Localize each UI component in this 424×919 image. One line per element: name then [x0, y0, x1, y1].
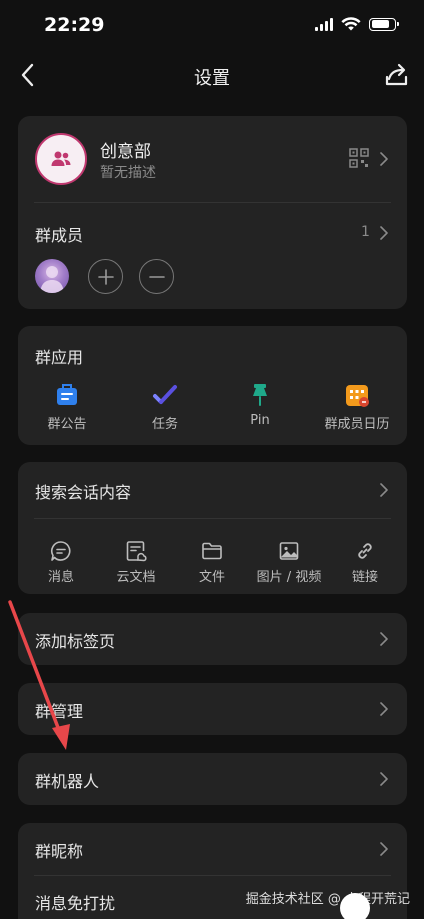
- group-nickname-row[interactable]: 群昵称: [18, 823, 407, 875]
- mute-notifications-label: 消息免打扰: [35, 894, 116, 913]
- filter-cloud-docs[interactable]: 云文档: [97, 540, 175, 585]
- message-icon: [50, 541, 71, 561]
- group-avatar: [35, 133, 87, 185]
- add-tab-label: 添加标签页: [35, 632, 116, 651]
- search-content-title: 搜索会话内容: [35, 483, 132, 502]
- app-pin[interactable]: Pin: [215, 382, 305, 428]
- filter-messages[interactable]: 消息: [22, 540, 100, 585]
- chevron-right-icon: [380, 772, 388, 786]
- group-info-card: 创意部 暂无描述 群成员 1: [18, 116, 407, 309]
- divider: [34, 202, 391, 203]
- member-avatar[interactable]: [35, 259, 69, 293]
- floating-home-button[interactable]: [340, 893, 370, 919]
- watermark: 掘金技术社区 @ 小程开荒记: [245, 892, 410, 907]
- folder-icon: [202, 542, 222, 560]
- status-time: 22:29: [44, 14, 105, 36]
- group-bot-label: 群机器人: [35, 772, 100, 791]
- page-title: 设置: [194, 68, 230, 89]
- add-member-button[interactable]: [88, 259, 123, 294]
- filter-links[interactable]: 链接: [326, 540, 404, 585]
- group-description: 暂无描述: [100, 165, 156, 181]
- app-label: 群公告: [47, 417, 87, 432]
- divider: [34, 518, 391, 519]
- calendar-icon: [346, 385, 369, 407]
- group-apps-card: 群应用 群公告 任务 Pin 群成员日历: [18, 326, 407, 445]
- app-label: Pin: [250, 413, 270, 428]
- minus-icon: [148, 275, 165, 278]
- group-name: 创意部: [100, 142, 151, 162]
- app-label: 任务: [151, 417, 178, 432]
- wifi-icon: [341, 17, 361, 31]
- group-manage-row[interactable]: 群管理: [18, 683, 407, 735]
- app-task[interactable]: 任务: [120, 382, 210, 432]
- chevron-right-icon: [380, 632, 388, 646]
- status-bar: 22:29: [0, 0, 424, 52]
- apps-title: 群应用: [35, 348, 84, 367]
- chevron-right-icon[interactable]: [379, 226, 389, 240]
- signal-icon: [315, 17, 333, 31]
- group-bot-row[interactable]: 群机器人: [18, 753, 407, 805]
- pin-icon: [253, 384, 267, 406]
- filter-label: 图片 / 视频: [256, 570, 322, 585]
- task-check-icon: [153, 385, 177, 404]
- chevron-right-icon: [380, 842, 388, 856]
- announcement-icon: [57, 384, 77, 405]
- plus-icon: [97, 268, 114, 285]
- filter-label: 消息: [47, 570, 74, 585]
- group-people-icon: [51, 151, 71, 166]
- filter-label: 云文档: [116, 570, 156, 585]
- members-label[interactable]: 群成员: [35, 222, 83, 246]
- app-member-calendar[interactable]: 群成员日历: [312, 382, 402, 432]
- remove-member-button[interactable]: [139, 259, 174, 294]
- app-announcement[interactable]: 群公告: [22, 382, 112, 432]
- members-count: 1: [361, 224, 370, 240]
- chevron-right-icon: [380, 483, 388, 497]
- filter-files[interactable]: 文件: [173, 540, 251, 585]
- share-icon[interactable]: [382, 60, 412, 90]
- filter-images-videos[interactable]: 图片 / 视频: [250, 540, 328, 585]
- group-nickname-label: 群昵称: [35, 842, 84, 861]
- person-icon: [40, 266, 64, 293]
- battery-icon: [369, 17, 399, 31]
- app-label: 群成员日历: [324, 417, 390, 432]
- nav-bar: 设置: [0, 52, 424, 98]
- filter-label: 文件: [198, 570, 225, 585]
- qr-code-icon[interactable]: [349, 148, 369, 168]
- cloud-doc-icon: [126, 541, 147, 562]
- search-content-card: 搜索会话内容 消息 云文档 文件 图片 / 视频 链接: [18, 462, 407, 594]
- group-manage-label: 群管理: [35, 702, 84, 721]
- link-icon: [358, 543, 372, 559]
- status-icons: [315, 17, 399, 31]
- chevron-right-icon: [380, 152, 388, 166]
- search-content-row[interactable]: 搜索会话内容: [18, 462, 407, 518]
- group-profile-row[interactable]: 创意部 暂无描述: [18, 116, 407, 202]
- image-icon: [279, 542, 299, 560]
- chevron-right-icon: [380, 702, 388, 716]
- filter-label: 链接: [351, 570, 378, 585]
- add-tab-row[interactable]: 添加标签页: [18, 613, 407, 665]
